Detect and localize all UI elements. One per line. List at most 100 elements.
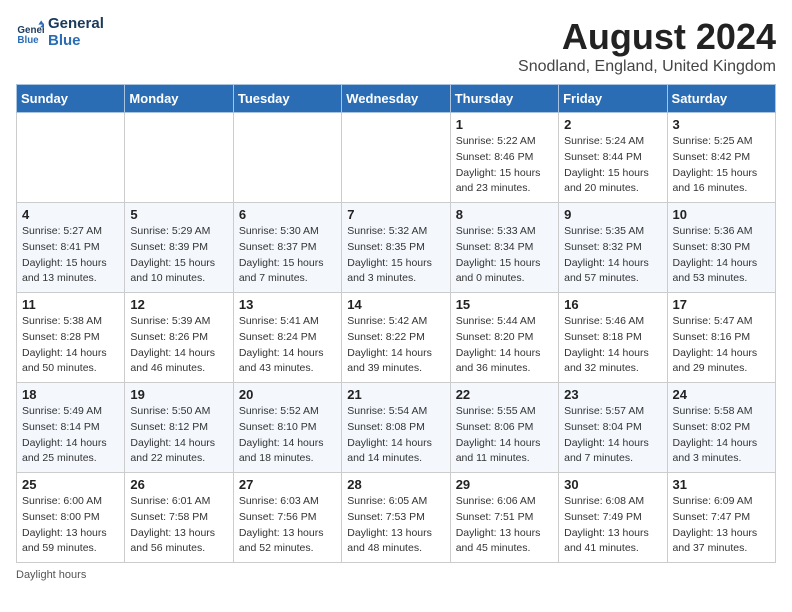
day-number: 17 bbox=[673, 297, 770, 312]
calendar-cell: 11 Sunrise: 5:38 AM Sunset: 8:28 PM Dayli… bbox=[17, 293, 125, 383]
calendar-cell: 16 Sunrise: 5:46 AM Sunset: 8:18 PM Dayli… bbox=[559, 293, 667, 383]
calendar-cell: 27 Sunrise: 6:03 AM Sunset: 7:56 PM Dayli… bbox=[233, 473, 341, 563]
logo: General Blue General Blue bbox=[16, 16, 104, 49]
day-number: 28 bbox=[347, 477, 444, 492]
day-number: 9 bbox=[564, 207, 661, 222]
logo-blue: Blue bbox=[48, 33, 104, 50]
calendar-cell: 18 Sunrise: 5:49 AM Sunset: 8:14 PM Dayli… bbox=[17, 383, 125, 473]
day-info: Sunrise: 5:39 AM Sunset: 8:26 PM Dayligh… bbox=[130, 314, 227, 377]
calendar-cell bbox=[17, 113, 125, 203]
day-number: 2 bbox=[564, 117, 661, 132]
day-number: 8 bbox=[456, 207, 553, 222]
day-info: Sunrise: 5:33 AM Sunset: 8:34 PM Dayligh… bbox=[456, 224, 553, 287]
calendar-cell: 22 Sunrise: 5:55 AM Sunset: 8:06 PM Dayli… bbox=[450, 383, 558, 473]
day-number: 5 bbox=[130, 207, 227, 222]
day-info: Sunrise: 5:55 AM Sunset: 8:06 PM Dayligh… bbox=[456, 404, 553, 467]
day-number: 1 bbox=[456, 117, 553, 132]
day-info: Sunrise: 6:05 AM Sunset: 7:53 PM Dayligh… bbox=[347, 494, 444, 557]
calendar-cell bbox=[125, 113, 233, 203]
calendar-cell: 12 Sunrise: 5:39 AM Sunset: 8:26 PM Dayli… bbox=[125, 293, 233, 383]
title-block: August 2024 Snodland, England, United Ki… bbox=[518, 16, 776, 76]
day-number: 7 bbox=[347, 207, 444, 222]
calendar-cell: 2 Sunrise: 5:24 AM Sunset: 8:44 PM Daylig… bbox=[559, 113, 667, 203]
day-info: Sunrise: 5:57 AM Sunset: 8:04 PM Dayligh… bbox=[564, 404, 661, 467]
day-number: 18 bbox=[22, 387, 119, 402]
calendar-cell: 1 Sunrise: 5:22 AM Sunset: 8:46 PM Daylig… bbox=[450, 113, 558, 203]
calendar-header-row: SundayMondayTuesdayWednesdayThursdayFrid… bbox=[17, 85, 776, 113]
day-number: 27 bbox=[239, 477, 336, 492]
day-info: Sunrise: 5:54 AM Sunset: 8:08 PM Dayligh… bbox=[347, 404, 444, 467]
calendar-cell: 29 Sunrise: 6:06 AM Sunset: 7:51 PM Dayli… bbox=[450, 473, 558, 563]
column-header-tuesday: Tuesday bbox=[233, 85, 341, 113]
day-info: Sunrise: 5:36 AM Sunset: 8:30 PM Dayligh… bbox=[673, 224, 770, 287]
location: Snodland, England, United Kingdom bbox=[518, 58, 776, 76]
calendar-cell: 15Sunrise: 5:44 AM Sunset: 8:20 PM Dayli… bbox=[450, 293, 558, 383]
day-info: Sunrise: 5:41 AM Sunset: 8:24 PM Dayligh… bbox=[239, 314, 336, 377]
day-number: 20 bbox=[239, 387, 336, 402]
calendar-cell: 21 Sunrise: 5:54 AM Sunset: 8:08 PM Dayli… bbox=[342, 383, 450, 473]
column-header-thursday: Thursday bbox=[450, 85, 558, 113]
column-header-sunday: Sunday bbox=[17, 85, 125, 113]
day-info: Sunrise: 5:30 AM Sunset: 8:37 PM Dayligh… bbox=[239, 224, 336, 287]
calendar-week-4: 18 Sunrise: 5:49 AM Sunset: 8:14 PM Dayli… bbox=[17, 383, 776, 473]
calendar-cell: 23 Sunrise: 5:57 AM Sunset: 8:04 PM Dayli… bbox=[559, 383, 667, 473]
calendar-cell: 28 Sunrise: 6:05 AM Sunset: 7:53 PM Dayli… bbox=[342, 473, 450, 563]
day-number: 26 bbox=[130, 477, 227, 492]
day-info: Sunrise: 5:42 AM Sunset: 8:22 PM Dayligh… bbox=[347, 314, 444, 377]
calendar-cell: 31 Sunrise: 6:09 AM Sunset: 7:47 PM Dayli… bbox=[667, 473, 775, 563]
calendar-cell: 17Sunrise: 5:47 AM Sunset: 8:16 PM Dayli… bbox=[667, 293, 775, 383]
day-number: 11 bbox=[22, 297, 119, 312]
day-info: Sunrise: 5:22 AM Sunset: 8:46 PM Dayligh… bbox=[456, 134, 553, 197]
day-number: 13 bbox=[239, 297, 336, 312]
day-number: 6 bbox=[239, 207, 336, 222]
calendar-cell: 24Sunrise: 5:58 AM Sunset: 8:02 PM Dayli… bbox=[667, 383, 775, 473]
day-info: Sunrise: 5:27 AM Sunset: 8:41 PM Dayligh… bbox=[22, 224, 119, 287]
column-header-saturday: Saturday bbox=[667, 85, 775, 113]
calendar-cell: 30 Sunrise: 6:08 AM Sunset: 7:49 PM Dayli… bbox=[559, 473, 667, 563]
day-info: Sunrise: 5:32 AM Sunset: 8:35 PM Dayligh… bbox=[347, 224, 444, 287]
day-info: Sunrise: 5:24 AM Sunset: 8:44 PM Dayligh… bbox=[564, 134, 661, 197]
day-info: Sunrise: 5:35 AM Sunset: 8:32 PM Dayligh… bbox=[564, 224, 661, 287]
footer-note: Daylight hours bbox=[16, 569, 776, 581]
day-number: 22 bbox=[456, 387, 553, 402]
day-info: Sunrise: 6:08 AM Sunset: 7:49 PM Dayligh… bbox=[564, 494, 661, 557]
day-info: Sunrise: 5:46 AM Sunset: 8:18 PM Dayligh… bbox=[564, 314, 661, 377]
day-info: Sunrise: 6:06 AM Sunset: 7:51 PM Dayligh… bbox=[456, 494, 553, 557]
column-header-friday: Friday bbox=[559, 85, 667, 113]
calendar-cell: 19 Sunrise: 5:50 AM Sunset: 8:12 PM Dayli… bbox=[125, 383, 233, 473]
day-info: Sunrise: 6:09 AM Sunset: 7:47 PM Dayligh… bbox=[673, 494, 770, 557]
day-info: Sunrise: 5:52 AM Sunset: 8:10 PM Dayligh… bbox=[239, 404, 336, 467]
calendar-cell: 14Sunrise: 5:42 AM Sunset: 8:22 PM Dayli… bbox=[342, 293, 450, 383]
day-number: 23 bbox=[564, 387, 661, 402]
svg-text:Blue: Blue bbox=[17, 34, 39, 45]
calendar-cell: 26Sunrise: 6:01 AM Sunset: 7:58 PM Dayli… bbox=[125, 473, 233, 563]
day-number: 12 bbox=[130, 297, 227, 312]
day-info: Sunrise: 5:50 AM Sunset: 8:12 PM Dayligh… bbox=[130, 404, 227, 467]
day-number: 16 bbox=[564, 297, 661, 312]
logo-general: General bbox=[48, 16, 104, 33]
column-header-wednesday: Wednesday bbox=[342, 85, 450, 113]
calendar-cell bbox=[342, 113, 450, 203]
calendar-cell: 5 Sunrise: 5:29 AM Sunset: 8:39 PM Daylig… bbox=[125, 203, 233, 293]
calendar-cell: 8 Sunrise: 5:33 AM Sunset: 8:34 PM Daylig… bbox=[450, 203, 558, 293]
calendar-cell: 13 Sunrise: 5:41 AM Sunset: 8:24 PM Dayli… bbox=[233, 293, 341, 383]
day-info: Sunrise: 5:29 AM Sunset: 8:39 PM Dayligh… bbox=[130, 224, 227, 287]
calendar-cell bbox=[233, 113, 341, 203]
day-number: 24 bbox=[673, 387, 770, 402]
day-number: 15 bbox=[456, 297, 553, 312]
day-number: 31 bbox=[673, 477, 770, 492]
day-info: Sunrise: 5:49 AM Sunset: 8:14 PM Dayligh… bbox=[22, 404, 119, 467]
day-number: 29 bbox=[456, 477, 553, 492]
calendar-cell: 3Sunrise: 5:25 AM Sunset: 8:42 PM Daylig… bbox=[667, 113, 775, 203]
day-number: 21 bbox=[347, 387, 444, 402]
page-header: General Blue General Blue August 2024 Sn… bbox=[16, 16, 776, 76]
calendar-cell: 20 Sunrise: 5:52 AM Sunset: 8:10 PM Dayli… bbox=[233, 383, 341, 473]
day-number: 30 bbox=[564, 477, 661, 492]
day-number: 19 bbox=[130, 387, 227, 402]
day-info: Sunrise: 5:38 AM Sunset: 8:28 PM Dayligh… bbox=[22, 314, 119, 377]
day-info: Sunrise: 6:03 AM Sunset: 7:56 PM Dayligh… bbox=[239, 494, 336, 557]
calendar-week-2: 4 Sunrise: 5:27 AM Sunset: 8:41 PM Daylig… bbox=[17, 203, 776, 293]
day-number: 4 bbox=[22, 207, 119, 222]
day-number: 10 bbox=[673, 207, 770, 222]
calendar-cell: 7 Sunrise: 5:32 AM Sunset: 8:35 PM Daylig… bbox=[342, 203, 450, 293]
